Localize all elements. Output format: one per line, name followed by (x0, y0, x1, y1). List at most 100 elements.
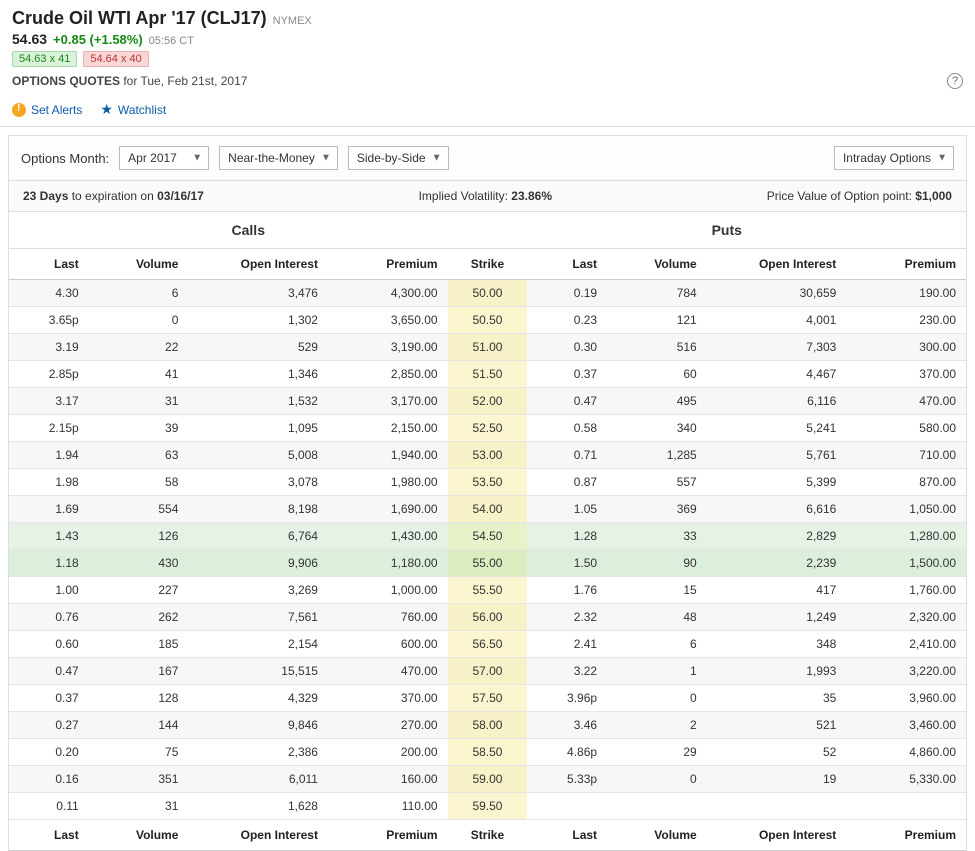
layout-select[interactable]: Side-by-Side ▼ (348, 146, 449, 170)
cell-call-volume: 554 (89, 496, 189, 523)
cell-put-volume: 60 (607, 361, 707, 388)
column-footer-row: Last Volume Open Interest Premium Strike… (9, 820, 966, 851)
cell-call-last: 1.94 (9, 442, 89, 469)
table-row[interactable]: 1.002273,2691,000.0055.501.76154171,760.… (9, 577, 966, 604)
cell-put-premium: 2,320.00 (846, 604, 966, 631)
cell-call-oi: 1,302 (188, 307, 328, 334)
set-alerts-link[interactable]: Set Alerts (12, 101, 82, 118)
cell-put-last: 0.19 (527, 280, 607, 307)
cell-call-premium: 600.00 (328, 631, 448, 658)
cell-strike: 52.00 (448, 388, 528, 415)
cell-strike: 56.00 (448, 604, 528, 631)
cell-call-premium: 2,850.00 (328, 361, 448, 388)
cell-put-oi: 521 (707, 712, 847, 739)
cell-put-oi: 5,761 (707, 442, 847, 469)
cell-put-last: 0.87 (527, 469, 607, 496)
col-call-volume[interactable]: Volume (89, 249, 189, 280)
cell-call-volume: 262 (89, 604, 189, 631)
cell-call-oi: 1,346 (188, 361, 328, 388)
col-strike[interactable]: Strike (448, 249, 528, 280)
price-change: +0.85 (+1.58%) (53, 32, 143, 47)
table-row[interactable]: 3.17311,5323,170.0052.000.474956,116470.… (9, 388, 966, 415)
iv-info: Implied Volatility: 23.86% (419, 189, 552, 203)
cell-put-premium: 3,220.00 (846, 658, 966, 685)
cell-call-last: 1.00 (9, 577, 89, 604)
cell-put-volume (607, 793, 707, 820)
cell-put-oi: 5,241 (707, 415, 847, 442)
col-put-oi[interactable]: Open Interest (707, 249, 847, 280)
table-row[interactable]: 0.371284,329370.0057.503.96p0353,960.00 (9, 685, 966, 712)
cell-call-premium: 1,980.00 (328, 469, 448, 496)
table-row[interactable]: 3.19225293,190.0051.000.305167,303300.00 (9, 334, 966, 361)
cell-call-premium: 1,180.00 (328, 550, 448, 577)
table-row[interactable]: 2.15p391,0952,150.0052.500.583405,241580… (9, 415, 966, 442)
cell-put-volume: 0 (607, 766, 707, 793)
price-time: 05:56 CT (149, 35, 194, 47)
table-row[interactable]: 1.94635,0081,940.0053.000.711,2855,76171… (9, 442, 966, 469)
cell-strike: 53.00 (448, 442, 528, 469)
cell-call-last: 0.37 (9, 685, 89, 712)
cell-call-oi: 8,198 (188, 496, 328, 523)
cell-call-last: 4.30 (9, 280, 89, 307)
cell-strike: 59.00 (448, 766, 528, 793)
help-icon[interactable]: ? (947, 73, 963, 89)
layout-select-value: Side-by-Side (357, 151, 426, 165)
cell-call-last: 0.60 (9, 631, 89, 658)
cell-put-volume: 6 (607, 631, 707, 658)
cell-call-last: 1.18 (9, 550, 89, 577)
subtitle-rest: for Tue, Feb 21st, 2017 (120, 74, 247, 88)
cell-put-last: 1.28 (527, 523, 607, 550)
cell-put-premium: 1,050.00 (846, 496, 966, 523)
cell-strike: 53.50 (448, 469, 528, 496)
view-select[interactable]: Intraday Options ▼ (834, 146, 954, 170)
cell-put-last: 3.46 (527, 712, 607, 739)
cell-call-premium: 470.00 (328, 658, 448, 685)
table-row[interactable]: 1.695548,1981,690.0054.001.053696,6161,0… (9, 496, 966, 523)
col-put-last[interactable]: Last (527, 249, 607, 280)
table-row[interactable]: 0.4716715,515470.0057.003.2211,9933,220.… (9, 658, 966, 685)
cell-put-premium: 1,760.00 (846, 577, 966, 604)
cell-call-last: 0.27 (9, 712, 89, 739)
table-row[interactable]: 0.762627,561760.0056.002.32481,2492,320.… (9, 604, 966, 631)
col-call-last[interactable]: Last (9, 249, 89, 280)
table-row[interactable]: 0.601852,154600.0056.502.4163482,410.00 (9, 631, 966, 658)
controls-bar: Options Month: Apr 2017 ▼ Near-the-Money… (8, 135, 967, 181)
col-call-premium[interactable]: Premium (328, 249, 448, 280)
set-alerts-label: Set Alerts (31, 103, 82, 117)
cell-put-premium: 4,860.00 (846, 739, 966, 766)
page-header: Crude Oil WTI Apr '17 (CLJ17) NYMEX 54.6… (0, 0, 975, 95)
table-row[interactable]: 4.3063,4764,300.0050.000.1978430,659190.… (9, 280, 966, 307)
cell-put-last: 3.96p (527, 685, 607, 712)
cell-strike: 57.50 (448, 685, 528, 712)
cell-call-premium: 1,940.00 (328, 442, 448, 469)
table-row[interactable]: 0.20752,386200.0058.504.86p29524,860.00 (9, 739, 966, 766)
cell-call-last: 2.15p (9, 415, 89, 442)
cell-put-volume: 495 (607, 388, 707, 415)
month-select[interactable]: Apr 2017 ▼ (119, 146, 209, 170)
pv-label: Price Value of Option point: (767, 189, 916, 203)
fcol-put-last: Last (527, 820, 607, 851)
col-call-oi[interactable]: Open Interest (188, 249, 328, 280)
ask-quote: 54.64 x 40 (83, 51, 148, 67)
cell-put-last: 4.86p (527, 739, 607, 766)
alert-icon (12, 103, 26, 117)
col-put-volume[interactable]: Volume (607, 249, 707, 280)
fcol-call-last: Last (9, 820, 89, 851)
table-row[interactable]: 0.11311,628110.0059.50 (9, 793, 966, 820)
table-row[interactable]: 1.98583,0781,980.0053.500.875575,399870.… (9, 469, 966, 496)
table-row[interactable]: 0.271449,846270.0058.003.4625213,460.00 (9, 712, 966, 739)
cell-strike: 57.00 (448, 658, 528, 685)
fcol-put-volume: Volume (607, 820, 707, 851)
moneyness-select[interactable]: Near-the-Money ▼ (219, 146, 338, 170)
table-row[interactable]: 3.65p01,3023,650.0050.500.231214,001230.… (9, 307, 966, 334)
cell-call-volume: 351 (89, 766, 189, 793)
table-row[interactable]: 1.431266,7641,430.0054.501.28332,8291,28… (9, 523, 966, 550)
table-row[interactable]: 2.85p411,3462,850.0051.500.37604,467370.… (9, 361, 966, 388)
col-put-premium[interactable]: Premium (846, 249, 966, 280)
table-row[interactable]: 1.184309,9061,180.0055.001.50902,2391,50… (9, 550, 966, 577)
cell-put-volume: 33 (607, 523, 707, 550)
watchlist-link[interactable]: ★ Watchlist (100, 101, 166, 118)
table-row[interactable]: 0.163516,011160.0059.005.33p0195,330.00 (9, 766, 966, 793)
view-select-value: Intraday Options (843, 151, 931, 165)
cell-put-oi: 6,616 (707, 496, 847, 523)
